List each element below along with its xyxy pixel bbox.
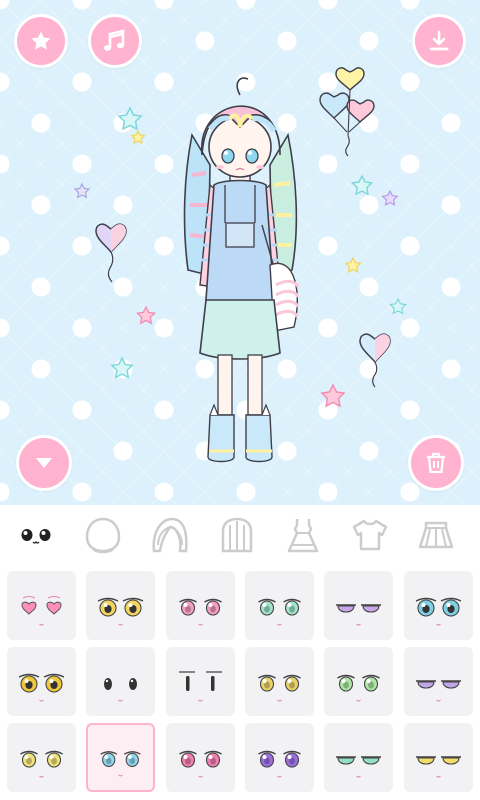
eye-style-icon — [21, 595, 62, 626]
eye-style-icon — [20, 750, 63, 778]
star-icon — [31, 31, 51, 50]
front-hair-icon — [152, 517, 188, 553]
star-decoration — [73, 182, 91, 199]
delete-button[interactable] — [408, 435, 464, 491]
eye-style-icon — [97, 597, 144, 626]
shirt-icon — [352, 519, 388, 551]
dressup-stage — [0, 0, 480, 505]
collapse-panel-button[interactable] — [16, 435, 72, 491]
category-tab-bar — [0, 505, 480, 565]
tab-shirt[interactable] — [348, 513, 392, 557]
tab-back-hair[interactable] — [215, 513, 259, 557]
tab-face[interactable] — [81, 513, 125, 557]
eye-option-15[interactable] — [166, 723, 235, 792]
eye-option-14[interactable] — [86, 723, 155, 792]
eye-style-icon — [100, 751, 141, 777]
eye-option-5[interactable] — [324, 571, 393, 640]
eye-style-icon — [336, 756, 381, 778]
face-shape-icon — [85, 517, 121, 554]
eye-option-18[interactable] — [404, 723, 473, 792]
eye-option-1[interactable] — [7, 571, 76, 640]
doll-character — [183, 77, 300, 463]
star-decoration — [381, 189, 399, 207]
tab-skirt[interactable] — [414, 513, 458, 557]
trash-icon — [427, 452, 445, 474]
eye-option-8[interactable] — [86, 647, 155, 716]
chevron-down-icon — [36, 458, 52, 468]
eye-style-icon — [336, 604, 381, 626]
star-decoration — [344, 256, 362, 274]
eye-option-10[interactable] — [245, 647, 314, 716]
eye-style-icon — [18, 673, 65, 702]
balloon-cluster-decoration — [319, 67, 375, 157]
skirt-icon — [418, 521, 454, 549]
eye-style-icon — [179, 598, 222, 626]
eyes-icon — [21, 529, 51, 544]
music-button[interactable] — [88, 14, 142, 68]
star-decoration — [350, 174, 374, 196]
star-decoration — [117, 106, 143, 131]
tab-dress[interactable] — [281, 513, 325, 557]
balloon-decoration — [359, 333, 391, 388]
eye-option-9[interactable] — [166, 647, 235, 716]
eye-style-icon — [416, 680, 461, 702]
eye-option-4[interactable] — [245, 571, 314, 640]
eye-style-icon — [415, 597, 462, 626]
favorite-button[interactable] — [14, 14, 68, 68]
star-decoration — [135, 305, 157, 325]
back-hair-icon — [221, 517, 253, 553]
eye-style-icon — [179, 671, 222, 702]
star-decoration — [389, 297, 407, 315]
music-note-icon — [104, 29, 125, 51]
eye-options-grid — [0, 565, 480, 800]
eye-option-7[interactable] — [7, 647, 76, 716]
balloon-decoration — [95, 223, 127, 283]
eye-option-13[interactable] — [7, 723, 76, 792]
dress-icon — [287, 519, 319, 553]
eye-style-icon — [258, 674, 301, 702]
eye-option-3[interactable] — [166, 571, 235, 640]
download-icon — [429, 30, 449, 51]
eye-style-icon — [258, 750, 301, 778]
eye-style-icon — [104, 678, 137, 702]
tab-front-hair[interactable] — [148, 513, 192, 557]
eye-option-6[interactable] — [404, 571, 473, 640]
eye-style-icon — [337, 674, 380, 702]
star-decoration — [110, 356, 134, 379]
eye-style-icon — [416, 756, 461, 778]
star-decoration — [130, 129, 146, 145]
tab-eyes[interactable] — [14, 513, 58, 557]
eye-option-2[interactable] — [86, 571, 155, 640]
eye-option-12[interactable] — [404, 647, 473, 716]
eye-style-icon — [258, 598, 301, 626]
eye-option-17[interactable] — [324, 723, 393, 792]
star-decoration — [320, 383, 346, 408]
eye-style-icon — [179, 750, 222, 778]
save-button[interactable] — [412, 14, 466, 68]
eye-option-16[interactable] — [245, 723, 314, 792]
eye-option-11[interactable] — [324, 647, 393, 716]
